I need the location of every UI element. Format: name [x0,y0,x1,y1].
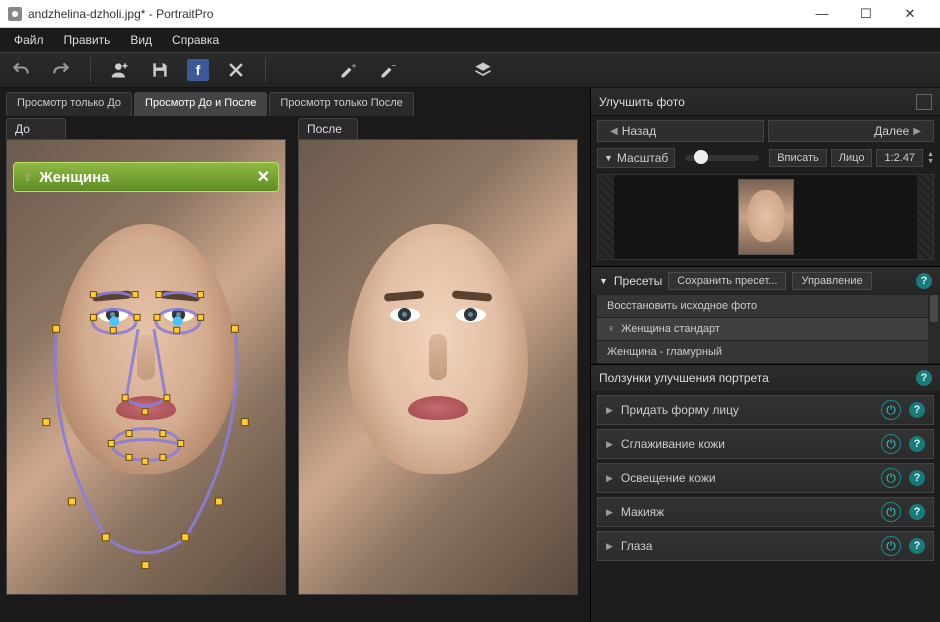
preset-item[interactable]: Женщина - гламурный [597,341,934,363]
zoom-slider[interactable] [685,155,759,161]
view-mode-tabs: Просмотр только До Просмотр До и После П… [6,92,584,116]
side-panel-title: Улучшить фото [591,88,940,116]
panel-options-button[interactable] [916,94,932,110]
preset-list: Восстановить исходное фото ♀Женщина стан… [591,295,940,363]
power-icon[interactable]: ⏻ [881,400,901,420]
menu-file[interactable]: Файл [4,33,54,47]
slider-group-eyes[interactable]: ▶Глаза⏻? [597,531,934,561]
menu-help[interactable]: Справка [162,33,229,47]
sliders-section: Ползунки улучшения портрета ? ▶Придать ф… [591,364,940,565]
after-label: После [298,118,358,139]
zoom-slider-knob[interactable] [694,150,708,164]
preset-item[interactable]: Восстановить исходное фото [597,295,934,317]
after-view: После [298,118,584,595]
zoom-fit-button[interactable]: Вписать [769,149,827,167]
undo-button[interactable] [8,57,34,83]
power-icon[interactable]: ⏻ [881,434,901,454]
zoom-label[interactable]: ▼Масштаб [597,148,675,168]
chevron-down-icon: ▼ [599,276,608,286]
scrollbar[interactable] [928,295,940,363]
sliders-header: Ползунки улучшения портрета ? [591,365,940,391]
window-maximize-button[interactable]: ☐ [844,0,888,28]
manage-presets-button[interactable]: Управление [792,272,871,290]
chevron-right-icon: ▶ [606,439,613,450]
menu-edit[interactable]: Править [54,33,121,47]
window-titlebar: andzhelina-dzholi.jpg* - PortraitPro — ☐… [0,0,940,28]
chevron-right-icon: ▶ [606,507,613,518]
tab-before-only[interactable]: Просмотр только До [6,92,132,116]
svg-text:−: − [392,60,397,70]
save-preset-button[interactable]: Сохранить пресет... [668,272,786,290]
face-mesh-overlay[interactable] [7,140,285,594]
save-button[interactable] [147,57,173,83]
preset-item[interactable]: ♀Женщина стандарт [597,318,934,340]
slider-group-skin-smoothing[interactable]: ▶Сглаживание кожи⏻? [597,429,934,459]
zoom-stepper[interactable]: ▲▼ [927,151,934,165]
female-icon: ♀ [607,323,615,335]
chevron-right-icon: ▶ [913,126,921,137]
brush-add-button[interactable]: + [336,57,362,83]
add-person-button[interactable] [107,57,133,83]
after-photo[interactable] [298,139,578,595]
help-icon[interactable]: ? [916,370,932,386]
menu-bar: Файл Править Вид Справка [0,28,940,52]
chevron-right-icon: ▶ [606,473,613,484]
side-panel: Улучшить фото ◀Назад Далее▶ ▼Масштаб Впи… [590,88,940,622]
zoom-ratio: 1:2.47 [876,149,923,167]
navigator-thumbnail[interactable] [738,179,794,255]
slider-group-skin-lighting[interactable]: ▶Освещение кожи⏻? [597,463,934,493]
cancel-button[interactable] [223,57,249,83]
help-icon[interactable]: ? [909,436,925,452]
help-icon[interactable]: ? [909,470,925,486]
main-toolbar: f + − [0,52,940,88]
presets-header[interactable]: ▼ Пресеты Сохранить пресет... Управление… [591,267,940,295]
window-close-button[interactable]: ✕ [888,0,932,28]
zoom-controls: ▼Масштаб Вписать Лицо 1:2.47 ▲▼ [591,146,940,174]
help-icon[interactable]: ? [916,273,932,289]
power-icon[interactable]: ⏻ [881,536,901,556]
presets-section: ▼ Пресеты Сохранить пресет... Управление… [591,266,940,364]
menu-view[interactable]: Вид [120,33,162,47]
before-photo[interactable]: ♀ Женщина ✕ [6,139,286,595]
zoom-face-button[interactable]: Лицо [831,149,873,167]
chevron-right-icon: ▶ [606,405,613,416]
slider-group-makeup[interactable]: ▶Макияж⏻? [597,497,934,527]
chevron-right-icon: ▶ [606,541,613,552]
main-viewport: Просмотр только До Просмотр До и После П… [0,88,590,622]
app-icon [8,7,22,21]
layers-button[interactable] [470,57,496,83]
help-icon[interactable]: ? [909,402,925,418]
svg-text:+: + [352,60,357,70]
nav-next-button[interactable]: Далее▶ [768,120,935,142]
tab-before-after[interactable]: Просмотр До и После [134,92,267,116]
chevron-down-icon: ▼ [604,153,613,163]
window-minimize-button[interactable]: — [800,0,844,28]
navigator-strip[interactable] [597,174,934,260]
facebook-button[interactable]: f [187,59,209,81]
chevron-left-icon: ◀ [610,126,618,137]
window-title: andzhelina-dzholi.jpg* - PortraitPro [28,7,213,21]
before-view: До ♀ Женщина ✕ [6,118,292,595]
tab-after-only[interactable]: Просмотр только После [269,92,413,116]
power-icon[interactable]: ⏻ [881,468,901,488]
nav-back-button[interactable]: ◀Назад [597,120,764,142]
help-icon[interactable]: ? [909,538,925,554]
scrollbar-thumb[interactable] [930,295,938,322]
help-icon[interactable]: ? [909,504,925,520]
brush-remove-button[interactable]: − [376,57,402,83]
power-icon[interactable]: ⏻ [881,502,901,522]
redo-button[interactable] [48,57,74,83]
before-label: До [6,118,66,139]
slider-group-face-shape[interactable]: ▶Придать форму лицу⏻? [597,395,934,425]
